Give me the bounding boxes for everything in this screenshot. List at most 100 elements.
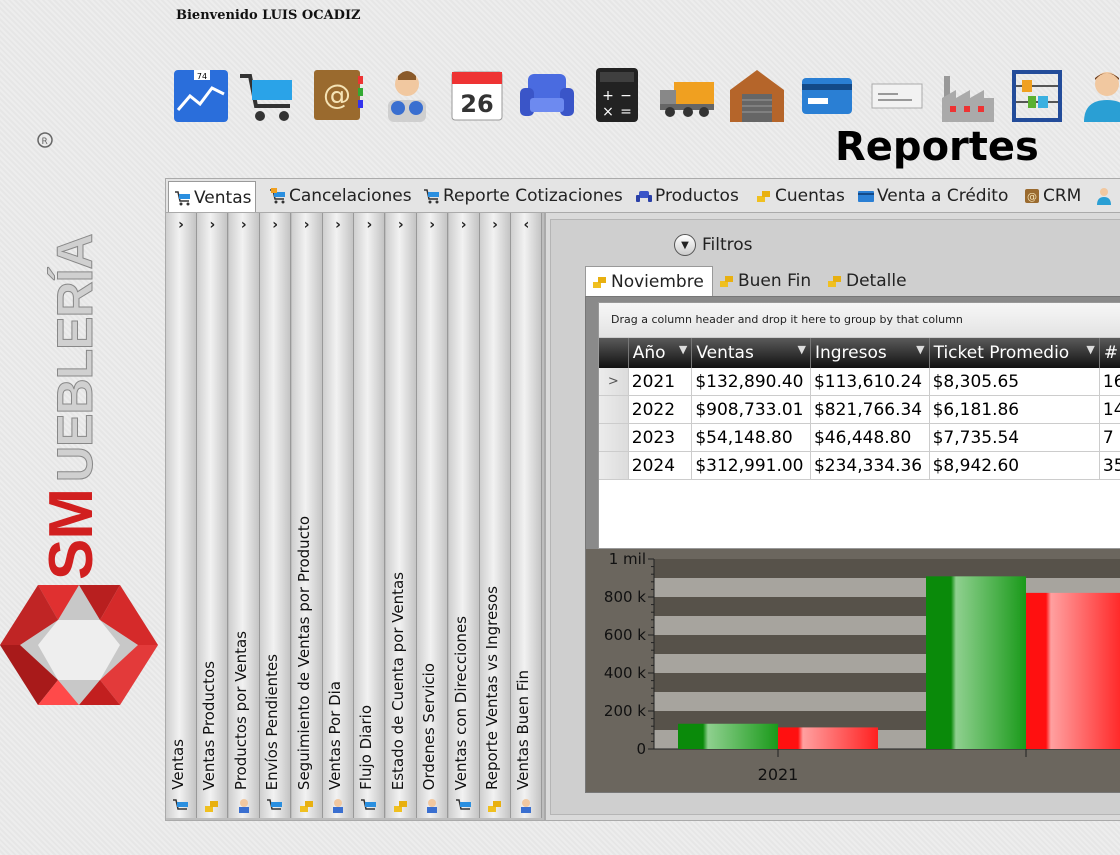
user-icon[interactable] xyxy=(1078,66,1120,124)
filter-icon[interactable]: ▼ xyxy=(1086,343,1094,356)
column-header-ingresos[interactable]: Ingresos ▼ xyxy=(810,338,930,368)
sidebar-item-ventas-con-direcciones[interactable]: › Ventas con Direcciones xyxy=(448,213,480,818)
svg-text:×: × xyxy=(602,104,614,120)
coins-icon xyxy=(757,191,770,202)
user-icon[interactable] xyxy=(1096,187,1112,205)
check-icon[interactable] xyxy=(868,66,926,124)
sidebar-item-ventas-productos[interactable]: › Ventas Productos xyxy=(197,213,229,818)
filter-icon[interactable]: ▼ xyxy=(798,343,806,356)
cart-icon[interactable] xyxy=(238,66,296,124)
tab-productos[interactable]: Productos xyxy=(630,181,739,211)
company-logo: SM UEBLERÍA R xyxy=(0,132,158,705)
contacts-icon[interactable]: @ xyxy=(308,66,366,124)
chart-icon[interactable]: 74 xyxy=(172,66,230,124)
sidebar-item-label: Productos por Ventas xyxy=(231,630,250,790)
truck-icon[interactable] xyxy=(658,66,716,124)
table-row[interactable]: 2024 $312,991.00 $234,334.36 $8,942.60 35 xyxy=(599,451,1120,480)
sidebar-item-seguimiento-de-ventas-por-producto[interactable]: › Seguimiento de Ventas por Producto xyxy=(291,213,323,818)
credit-card-icon xyxy=(858,191,874,202)
sidebar-item-flujo-diario[interactable]: › Flujo Diario xyxy=(354,213,386,818)
column-header-ventas[interactable]: Ventas ▼ xyxy=(691,338,811,368)
subtab-noviembre[interactable]: Noviembre xyxy=(585,266,713,297)
sidebar-item-label: Envíos Pendientes xyxy=(263,653,282,790)
row-selector[interactable] xyxy=(599,423,629,452)
sidebar-item-ordenes-servicio[interactable]: › Ordenes Servicio xyxy=(417,213,449,818)
sidebar-item-estado-de-cuenta-por-ventas[interactable]: › Estado de Cuenta por Ventas xyxy=(385,213,417,818)
y-tick-label: 1 mil xyxy=(609,550,646,568)
table-cell: $6,181.86 xyxy=(929,395,1100,424)
table-row[interactable]: 2022 $908,733.01 $821,766.34 $6,181.86 14 xyxy=(599,395,1120,424)
svg-text:=: = xyxy=(620,104,632,120)
sofa-icon[interactable] xyxy=(518,66,576,124)
y-tick-label: 0 xyxy=(636,740,646,758)
sidebar-item-label: Reporte Ventas vs Ingresos xyxy=(483,586,501,790)
tab-cuentas[interactable]: Cuentas xyxy=(750,181,845,211)
calendar-icon[interactable]: 26 xyxy=(448,66,506,124)
sidebar-item-ventas[interactable]: › Ventas xyxy=(166,213,197,818)
report-sidebar: › Ventas › Ventas Productos › Productos por V… xyxy=(165,212,545,821)
sofa-icon xyxy=(636,191,652,202)
filters-label: Filtros xyxy=(702,235,753,255)
table-cell: $8,305.65 xyxy=(929,368,1100,396)
group-panel[interactable]: Drag a column header and drop it here to… xyxy=(599,303,1120,338)
abacus-icon[interactable] xyxy=(1008,66,1066,124)
grid-band xyxy=(654,559,1120,578)
table-cell: 2021 xyxy=(628,368,693,396)
report-icon xyxy=(238,799,249,813)
cart-icon xyxy=(175,191,190,206)
column-header-ticket-promedio[interactable]: Ticket Promedio ▼ xyxy=(929,338,1100,368)
chevron-icon: › xyxy=(178,217,184,233)
calculator-icon[interactable]: + − × = xyxy=(588,66,646,124)
tab-venta-credito[interactable]: Venta a Crédito xyxy=(852,181,1008,211)
report-icon xyxy=(455,799,471,810)
row-selector[interactable] xyxy=(599,451,629,480)
sidebar-item-ventas-por-dia[interactable]: › Ventas Por Dia xyxy=(323,213,354,818)
x-tick-label: 2021 xyxy=(758,765,799,784)
data-table: Año ▼ Ventas ▼ Ingresos ▼ Ticket Promedio ▼ … xyxy=(599,338,1120,480)
chevron-icon: › xyxy=(460,217,467,233)
table-cell: $54,148.80 xyxy=(691,423,811,452)
sidebar-item-label: Seguimiento de Ventas por Producto xyxy=(294,515,313,790)
y-tick-label: 200 k xyxy=(604,702,646,720)
sidebar-item-envíos-pendientes[interactable]: › Envíos Pendientes xyxy=(260,213,292,818)
table-cell: 2024 xyxy=(628,451,693,480)
filters-toggle[interactable]: ▼ Filtros xyxy=(674,234,753,256)
column-header-anio[interactable]: Año ▼ xyxy=(628,338,693,368)
table-cell: 2022 xyxy=(628,395,693,424)
grid-chart-container: Drag a column header and drop it here to… xyxy=(585,296,1120,793)
logo-text-muebleria: UEBLERÍA xyxy=(47,234,103,482)
sidebar-item-productos-por-ventas[interactable]: › Productos por Ventas xyxy=(228,213,260,818)
tab-reporte-cotizaciones[interactable]: Reporte Cotizaciones xyxy=(418,181,623,211)
sidebar-item-reporte-ventas-vs-ingresos[interactable]: › Reporte Ventas vs Ingresos xyxy=(480,213,511,818)
report-icon xyxy=(173,799,188,810)
user-binoculars-icon[interactable] xyxy=(378,66,436,124)
sidebar-item-label: Ventas con Direcciones xyxy=(451,615,470,790)
sidebar-item-label: Estado de Cuenta por Ventas xyxy=(388,571,407,790)
table-row[interactable]: >2021 $132,890.40 $113,610.24 $8,305.65 16 xyxy=(599,368,1120,396)
filter-icon[interactable]: ▼ xyxy=(679,343,687,356)
table-cell: $821,766.34 xyxy=(810,395,930,424)
row-selector[interactable] xyxy=(599,395,629,424)
column-header-count[interactable]: # xyxy=(1099,338,1120,368)
tab-cancelaciones[interactable]: Cancelaciones xyxy=(264,181,412,211)
table-cell: 35 xyxy=(1099,451,1120,480)
warehouse-icon[interactable] xyxy=(728,66,786,124)
credit-card-icon[interactable] xyxy=(798,66,856,124)
filter-icon[interactable]: ▼ xyxy=(916,343,924,356)
report-icon xyxy=(267,799,283,810)
y-tick-label: 800 k xyxy=(604,588,646,606)
table-row[interactable]: 2023 $54,148.80 $46,448.80 $7,735.54 7 xyxy=(599,423,1120,452)
report-panel: ▼ Filtros Noviembre Buen Fin Detalle Dra… xyxy=(545,212,1120,821)
report-icon xyxy=(299,801,313,812)
sidebar-item-ventas-buen-fin[interactable]: ‹ Ventas Buen Fin xyxy=(511,213,543,818)
main-toolbar: 74 @ 26 + − × = xyxy=(170,66,1120,126)
tab-crm[interactable]: @ CRM xyxy=(1018,181,1081,211)
factory-icon[interactable] xyxy=(938,66,996,124)
row-selector[interactable]: > xyxy=(599,368,629,396)
svg-text:@: @ xyxy=(1027,192,1037,203)
subtab-buen-fin[interactable]: Buen Fin xyxy=(713,266,811,296)
subtab-detalle[interactable]: Detalle xyxy=(821,266,907,296)
tab-ventas[interactable]: Ventas xyxy=(168,181,257,214)
page-title: Reportes xyxy=(835,124,1039,170)
chevron-icon: › xyxy=(429,217,436,233)
